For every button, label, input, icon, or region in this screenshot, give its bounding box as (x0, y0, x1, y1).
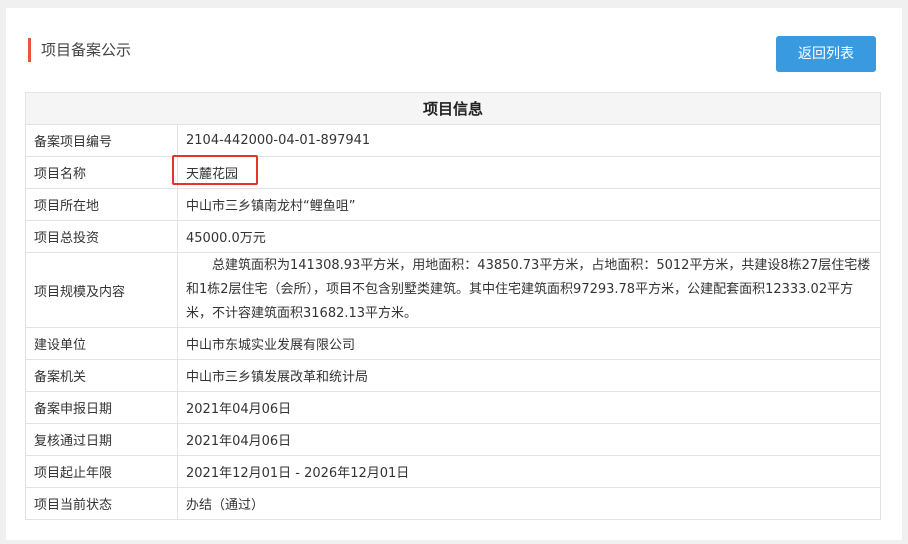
row-label-total-investment: 项目总投资 (25, 220, 178, 253)
row-value-review-date: 2021年04月06日 (176, 423, 882, 456)
back-to-list-button[interactable]: 返回列表 (776, 36, 876, 72)
row-label-location: 项目所在地 (25, 188, 178, 221)
table-row: 备案申报日期 2021年04月06日 (25, 391, 882, 424)
table-row: 备案项目编号 2104-442000-04-01-897941 (25, 124, 882, 157)
project-info-table: 项目信息 备案项目编号 2104-442000-04-01-897941 项目名… (24, 92, 882, 520)
content-card: 项目备案公示 返回列表 项目信息 备案项目编号 2104-442000-04-0… (6, 8, 902, 540)
row-value-filing-authority: 中山市三乡镇发展改革和统计局 (176, 359, 882, 392)
row-value-period: 2021年12月01日 - 2026年12月01日 (176, 455, 882, 488)
row-value-filing-date: 2021年04月06日 (176, 391, 882, 424)
table-row: 项目总投资 45000.0万元 (25, 220, 882, 253)
row-label-filing-date: 备案申报日期 (25, 391, 178, 424)
table-row: 项目起止年限 2021年12月01日 - 2026年12月01日 (25, 455, 882, 488)
row-value-record-number: 2104-442000-04-01-897941 (176, 124, 882, 157)
row-label-review-date: 复核通过日期 (25, 423, 178, 456)
row-label-developer: 建设单位 (25, 327, 178, 360)
row-value-developer: 中山市东城实业发展有限公司 (176, 327, 882, 360)
row-label-project-name: 项目名称 (25, 156, 178, 189)
table-row: 建设单位 中山市东城实业发展有限公司 (25, 327, 882, 360)
row-value-project-name: 天麓花园 (176, 156, 882, 189)
table-row: 项目所在地 中山市三乡镇南龙村“鲤鱼咀” (25, 188, 882, 221)
table-row: 复核通过日期 2021年04月06日 (25, 423, 882, 456)
table-row: 项目名称 天麓花园 (25, 156, 882, 189)
row-label-scale-content: 项目规模及内容 (25, 252, 178, 328)
row-value-location: 中山市三乡镇南龙村“鲤鱼咀” (176, 188, 882, 221)
row-value-scale-content: 总建筑面积为141308.93平方米，用地面积：43850.73平方米，占地面积… (176, 252, 882, 328)
row-label-record-number: 备案项目编号 (25, 124, 178, 157)
row-value-status: 办结（通过） (176, 487, 882, 520)
row-label-period: 项目起止年限 (25, 455, 178, 488)
row-label-filing-authority: 备案机关 (25, 359, 178, 392)
table-row: 备案机关 中山市三乡镇发展改革和统计局 (25, 359, 882, 392)
table-heading-row: 项目信息 (24, 92, 882, 125)
table-heading: 项目信息 (24, 92, 882, 125)
table-row: 项目规模及内容 总建筑面积为141308.93平方米，用地面积：43850.73… (25, 252, 882, 328)
table-row: 项目当前状态 办结（通过） (25, 487, 882, 520)
page-title: 项目备案公示 (28, 38, 131, 62)
row-label-status: 项目当前状态 (25, 487, 178, 520)
row-value-total-investment: 45000.0万元 (176, 220, 882, 253)
